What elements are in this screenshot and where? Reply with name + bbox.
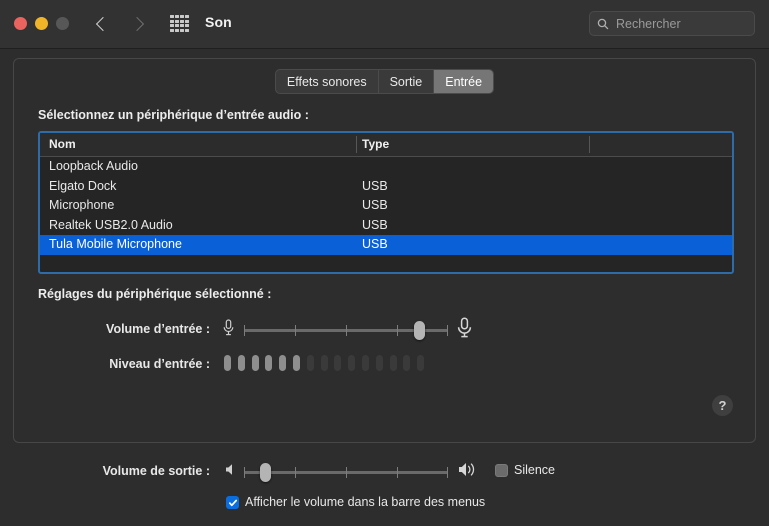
input-volume-slider[interactable]: [244, 320, 448, 340]
chevron-right-icon: [129, 16, 145, 32]
level-segment: [306, 355, 314, 371]
output-volume-label: Volume de sortie :: [102, 464, 210, 478]
device-settings-label: Réglages du périphérique sélectionné :: [38, 287, 272, 301]
slider-tick: [346, 325, 347, 336]
slider-tick: [447, 325, 448, 336]
speaker-mute-icon: [226, 464, 232, 475]
microphone-small-icon: [223, 319, 234, 336]
slider-tick: [447, 467, 448, 478]
level-segment: [361, 355, 369, 371]
window-controls: [14, 17, 69, 30]
level-segment: [417, 355, 425, 371]
table-row[interactable]: Microphone USB: [40, 196, 732, 216]
checkmark-icon: [228, 499, 237, 506]
input-volume-knob[interactable]: [414, 321, 425, 340]
level-segment: [348, 355, 356, 371]
level-segment: [292, 355, 300, 371]
input-volume-label: Volume d’entrée :: [106, 322, 210, 336]
column-divider-2[interactable]: [589, 136, 590, 153]
device-name: Tula Mobile Microphone: [49, 237, 182, 251]
slider-tick: [397, 325, 398, 336]
microphone-large-icon: [457, 317, 472, 338]
slider-tick: [397, 467, 398, 478]
table-row-selected[interactable]: Tula Mobile Microphone USB: [40, 235, 732, 255]
level-segment: [237, 355, 245, 371]
search-field[interactable]: [589, 11, 755, 36]
input-level-meter: [224, 355, 425, 371]
select-device-label: Sélectionnez un périphérique d’entrée au…: [38, 108, 309, 122]
tab-input[interactable]: Entrée: [434, 70, 494, 93]
page-title: Son: [205, 14, 232, 30]
table-header: Nom Type: [40, 133, 732, 157]
sound-preferences-window: Son Effets sonores Sortie Entrée Sélecti…: [0, 0, 769, 526]
tab-sound-effects[interactable]: Effets sonores: [276, 70, 379, 93]
show-volume-menubar-label: Afficher le volume dans la barre des men…: [245, 495, 486, 509]
device-name: Elgato Dock: [49, 178, 117, 193]
tab-output[interactable]: Sortie: [379, 70, 435, 93]
close-button[interactable]: [14, 17, 27, 30]
speaker-loud-icon: [459, 463, 475, 476]
level-segment: [251, 355, 259, 371]
back-button[interactable]: [92, 12, 114, 36]
level-segment: [403, 355, 411, 371]
device-type: USB: [362, 178, 388, 193]
grid-apps-icon[interactable]: [170, 15, 189, 32]
device-type: USB: [362, 198, 388, 212]
table-row[interactable]: Elgato Dock USB: [40, 177, 732, 197]
titlebar: Son: [0, 0, 769, 49]
chevron-left-icon: [95, 16, 111, 32]
level-segment: [334, 355, 342, 371]
input-level-label: Niveau d’entrée :: [109, 357, 210, 371]
device-type: USB: [362, 237, 388, 251]
slider-tick: [295, 467, 296, 478]
forward-button[interactable]: [126, 12, 148, 36]
slider-tick: [295, 325, 296, 336]
column-header-name[interactable]: Nom: [49, 137, 76, 151]
level-segment: [375, 355, 383, 371]
zoom-button[interactable]: [56, 17, 69, 30]
slider-tick: [244, 325, 245, 336]
table-row[interactable]: Loopback Audio: [40, 157, 732, 177]
column-header-type[interactable]: Type: [362, 137, 389, 151]
output-volume-knob[interactable]: [260, 463, 271, 482]
search-icon: [597, 18, 609, 29]
slider-tick: [244, 467, 245, 478]
level-segment: [265, 355, 273, 371]
minimize-button[interactable]: [35, 17, 48, 30]
help-button[interactable]: ?: [712, 395, 733, 416]
level-segment: [279, 355, 287, 371]
show-volume-menubar-checkbox[interactable]: [226, 496, 239, 509]
level-segment: [320, 355, 328, 371]
output-volume-slider[interactable]: [244, 462, 448, 482]
table-row[interactable]: Realtek USB2.0 Audio USB: [40, 216, 732, 236]
search-input[interactable]: [614, 15, 748, 32]
slider-tick: [346, 467, 347, 478]
column-divider-1[interactable]: [356, 136, 357, 153]
input-device-table[interactable]: Nom Type Loopback Audio Elgato Dock USB …: [38, 131, 734, 274]
device-name: Loopback Audio: [49, 159, 138, 173]
device-name: Microphone: [49, 198, 115, 212]
mute-label: Silence: [514, 463, 555, 477]
device-type: USB: [362, 217, 388, 232]
level-segment: [389, 355, 397, 371]
level-segment: [224, 355, 231, 371]
tab-bar: Effets sonores Sortie Entrée: [0, 69, 769, 94]
device-name: Realtek USB2.0 Audio: [49, 217, 173, 232]
mute-checkbox[interactable]: [495, 464, 508, 477]
